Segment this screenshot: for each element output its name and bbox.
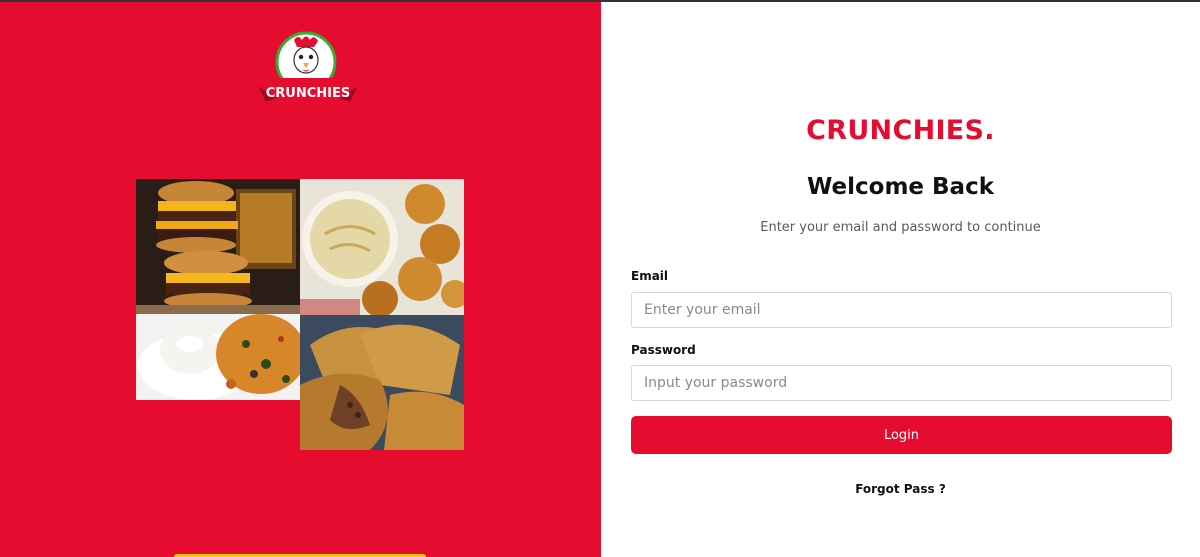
hero-panel: CRUNCHIES <box>0 2 601 557</box>
welcome-heading: Welcome Back <box>806 174 995 200</box>
meat-pie-image <box>300 315 464 450</box>
login-button[interactable]: Login <box>631 416 1172 454</box>
login-subtitle: Enter your email and password to continu… <box>760 220 1041 235</box>
burger-stack-image <box>136 179 300 314</box>
soup-and-puff-image <box>300 179 464 315</box>
password-input[interactable] <box>631 365 1172 401</box>
svg-text:CRUNCHIES: CRUNCHIES <box>266 86 351 101</box>
email-label: Email <box>631 269 669 283</box>
brand-title: CRUNCHIES. <box>806 115 995 146</box>
password-label: Password <box>631 343 696 357</box>
crunchies-logo: CRUNCHIES <box>254 30 362 112</box>
bun-and-sauce-image <box>136 314 300 400</box>
login-panel: CRUNCHIES. Welcome Back Enter your email… <box>601 2 1200 557</box>
forgot-password-link[interactable]: Forgot Pass ? <box>601 482 1200 496</box>
email-input[interactable] <box>631 292 1172 328</box>
